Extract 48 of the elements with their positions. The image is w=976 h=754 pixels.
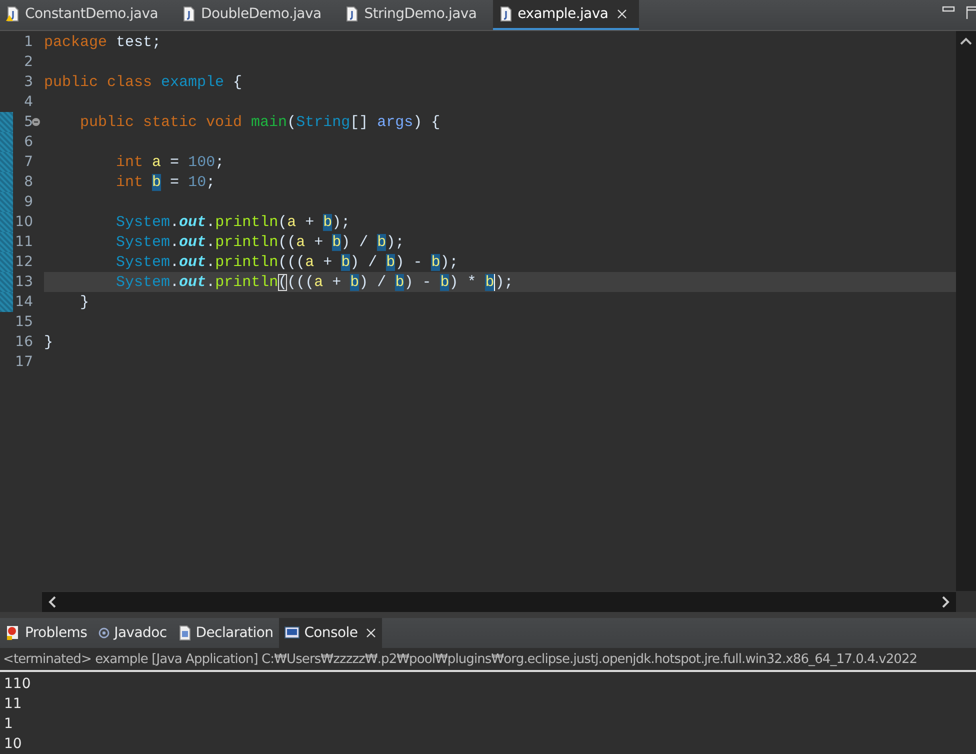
view-tab[interactable]: Problems <box>0 618 94 648</box>
console-header: <terminated> example [Java Application] C:₩Users₩zzzzz₩.p2₩pool₩plugins₩org.eclipse.justj.openjdk.hotspot.jre.full.win32.x86_64_17.0.4.v2022 <box>3 652 918 666</box>
line-number: 8 <box>23 174 33 190</box>
line-number: 4 <box>23 94 33 110</box>
line-number: 9 <box>23 194 33 210</box>
editor-tab[interactable]: DoubleDemo.java <box>176 0 334 30</box>
scroll-left-icon[interactable] <box>48 596 56 608</box>
line-number: 6 <box>23 134 33 150</box>
line-number: 16 <box>14 334 33 350</box>
line-number: 5 <box>23 114 33 130</box>
editor-tab[interactable]: ConstantDemo.java <box>0 0 170 30</box>
console-output-line: 110 <box>4 675 31 694</box>
line-number: 7 <box>23 154 33 170</box>
editor-tab[interactable]: example.java <box>492 0 640 30</box>
console-output-line: 10 <box>4 735 22 754</box>
console-output-line: 11 <box>4 695 22 714</box>
view-tab[interactable]: Console <box>279 618 382 648</box>
java-file-icon <box>498 6 513 22</box>
fold-icon[interactable] <box>32 118 40 126</box>
declaration-icon <box>178 625 192 641</box>
scroll-up-icon[interactable] <box>960 37 972 45</box>
view-tab[interactable]: Javadoc <box>93 618 173 648</box>
close-icon[interactable] <box>366 628 376 638</box>
console-icon <box>284 626 300 640</box>
minimize-icon[interactable] <box>942 6 956 14</box>
line-number: 11 <box>14 234 33 250</box>
vertical-scrollbar[interactable] <box>956 31 976 591</box>
line-number: 14 <box>14 294 33 310</box>
java-file-warning-icon <box>6 6 20 22</box>
console-output-line: 1 <box>4 715 13 734</box>
line-number: 15 <box>14 314 33 330</box>
line-number: 17 <box>14 354 33 370</box>
line-number: 10 <box>14 214 33 230</box>
editor-tab[interactable]: StringDemo.java <box>339 0 489 30</box>
java-file-icon <box>182 6 196 22</box>
at-sign-icon <box>98 627 110 639</box>
line-number: 2 <box>23 54 33 70</box>
java-file-icon <box>345 6 360 22</box>
horizontal-scrollbar[interactable] <box>42 591 956 612</box>
view-tab[interactable]: Declaration <box>172 618 280 648</box>
line-number: 13 <box>14 274 33 290</box>
line-number: 1 <box>23 34 33 50</box>
line-number: 3 <box>23 74 33 90</box>
maximize-icon[interactable] <box>966 6 976 20</box>
line-number: 12 <box>14 254 33 270</box>
close-icon[interactable] <box>617 9 628 19</box>
scroll-right-icon[interactable] <box>942 596 950 608</box>
problems-icon <box>5 625 21 641</box>
